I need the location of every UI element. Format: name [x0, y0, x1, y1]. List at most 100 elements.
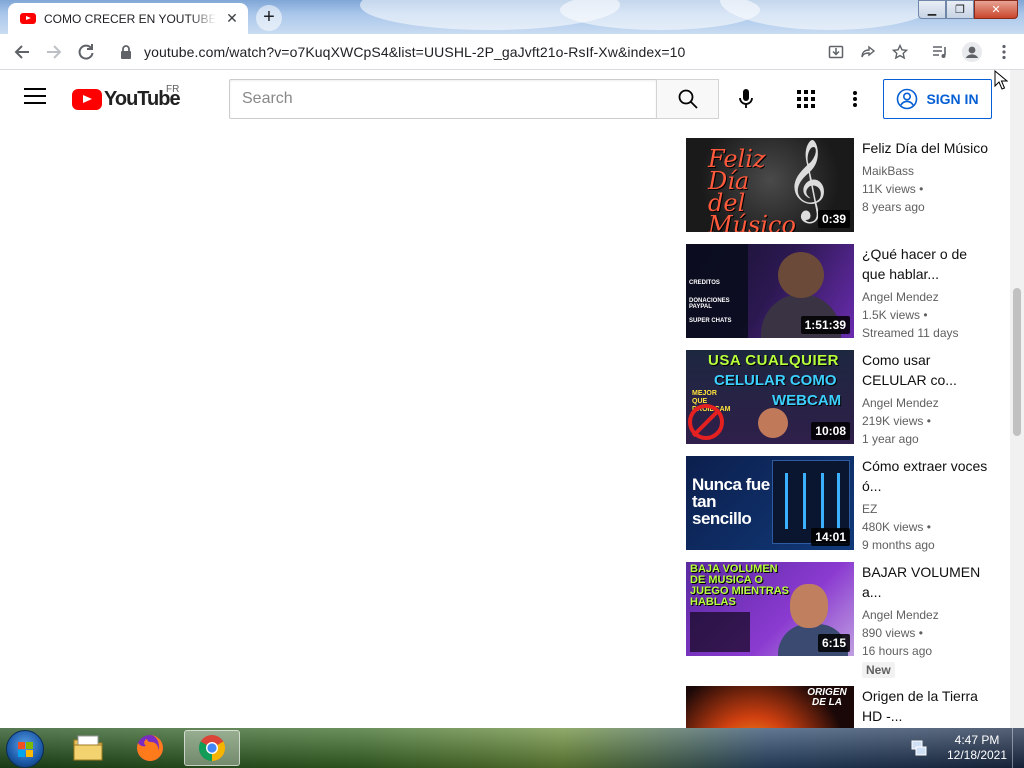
video-item[interactable]: USA CUALQUIER CELULAR COMO WEBCAM MEJOR …: [686, 350, 1006, 446]
taskbar-clock[interactable]: 4:47 PM 12/18/2021: [942, 733, 1012, 763]
video-age: Streamed 11 days: [862, 326, 959, 340]
youtube-apps-button[interactable]: [790, 83, 822, 115]
install-app-icon[interactable]: [822, 38, 850, 66]
reload-button[interactable]: [70, 36, 102, 68]
system-tray: 4:47 PM 12/18/2021: [910, 728, 1024, 768]
video-channel[interactable]: MaikBass: [862, 162, 992, 180]
video-channel[interactable]: EZ: [862, 500, 992, 518]
video-views: 890 views •: [862, 626, 923, 640]
chrome-menu-icon[interactable]: [990, 38, 1018, 66]
video-duration: 14:01: [811, 528, 850, 546]
lock-icon[interactable]: [116, 42, 136, 62]
thumbnail-person-head: [778, 252, 824, 298]
minimize-button[interactable]: ▁: [918, 0, 946, 19]
bookmark-star-icon[interactable]: [886, 38, 914, 66]
video-views: 1.5K views •: [862, 308, 928, 322]
windows-taskbar: 4:47 PM 12/18/2021: [0, 728, 1024, 768]
browser-tab[interactable]: COMO CRECER EN YOUTUBE - Y ✕: [8, 3, 248, 34]
profile-avatar-icon[interactable]: [958, 38, 986, 66]
sign-in-button[interactable]: SIGN IN: [883, 79, 992, 119]
thumbnail-text: CELULAR COMO: [714, 372, 837, 389]
video-thumbnail[interactable]: BAJA VOLUMEN DE MUSICA O JUEGO MIENTRAS …: [686, 562, 854, 656]
video-channel[interactable]: Angel Mendez: [862, 288, 992, 306]
video-thumbnail[interactable]: Feliz Día del Músico 𝄞 0:39: [686, 138, 854, 232]
thumbnail-text: WEBCAM: [772, 392, 842, 409]
treble-clef-icon: 𝄞: [786, 138, 828, 220]
video-age: 16 hours ago: [862, 644, 933, 658]
video-views: 219K views •: [862, 414, 931, 428]
youtube-favicon-icon: [20, 13, 36, 24]
taskbar-chrome[interactable]: [184, 730, 240, 766]
video-thumbnail[interactable]: ORIGEN DE LA: [686, 686, 854, 728]
video-title[interactable]: BAJAR VOLUMEN a...: [862, 562, 992, 602]
thumbnail-text: CREDITOS: [689, 280, 720, 286]
voice-search-button[interactable]: [730, 83, 762, 115]
chrome-icon: [198, 735, 226, 762]
taskbar-explorer[interactable]: [60, 730, 116, 766]
video-title[interactable]: Feliz Día del Músico: [862, 138, 992, 158]
video-title[interactable]: ¿Qué hacer o de que hablar...: [862, 244, 992, 284]
apps-grid-icon: [797, 90, 815, 108]
thumbnail-text: DONACIONES PAYPAL: [689, 298, 730, 310]
omnibox[interactable]: youtube.com/watch?v=o7KuqXWCpS4&list=UUS…: [108, 37, 1024, 67]
back-button[interactable]: [6, 36, 38, 68]
video-channel[interactable]: Angel Mendez: [862, 606, 992, 624]
sign-in-label: SIGN IN: [926, 91, 979, 107]
tab-close-icon[interactable]: ✕: [224, 10, 240, 27]
forward-button[interactable]: [38, 36, 70, 68]
video-title[interactable]: Origen de la Tierra HD -...: [862, 686, 992, 726]
search-input[interactable]: Search: [229, 79, 656, 119]
video-thumbnail[interactable]: Nunca fue tan sencillo 14:01: [686, 456, 854, 550]
start-button[interactable]: [6, 730, 44, 768]
settings-more-button[interactable]: [839, 83, 871, 115]
thumbnail-credits-panel: CREDITOS DONACIONES PAYPAL SUPER CHATS: [686, 244, 748, 338]
video-thumbnail[interactable]: USA CUALQUIER CELULAR COMO WEBCAM MEJOR …: [686, 350, 854, 444]
vertical-dots-icon: [853, 91, 857, 107]
network-icon[interactable]: [910, 740, 928, 756]
clock-time: 4:47 PM: [954, 733, 1000, 747]
folder-icon: [73, 735, 103, 761]
video-info: Feliz Día del Músico MaikBass 11K views …: [862, 138, 992, 216]
video-duration: 6:15: [817, 634, 850, 652]
video-title[interactable]: Cómo extraer voces ó...: [862, 456, 992, 496]
thumbnail-text: BAJA VOLUMEN DE MUSICA O JUEGO MIENTRAS …: [690, 563, 790, 608]
share-icon[interactable]: [854, 38, 882, 66]
page-scrollbar[interactable]: [1010, 70, 1024, 728]
video-duration: 10:08: [811, 422, 850, 440]
video-thumbnail[interactable]: CREDITOS DONACIONES PAYPAL SUPER CHATS 1…: [686, 244, 854, 338]
show-desktop-button[interactable]: [1012, 728, 1024, 768]
media-queue-icon[interactable]: [926, 38, 954, 66]
video-item[interactable]: Feliz Día del Músico 𝄞 0:39 Feliz Día de…: [686, 138, 1006, 232]
browser-titlebar: COMO CRECER EN YOUTUBE - Y ✕ + ▁ ❐ ✕: [0, 0, 1024, 34]
sky-cloud: [720, 0, 940, 30]
video-item[interactable]: ORIGEN DE LA Origen de la Tierra HD -...: [686, 686, 1006, 728]
video-age: 8 years ago: [862, 200, 925, 214]
search-button[interactable]: [656, 79, 719, 119]
thumbnail-text: Feliz Día del Músico: [708, 145, 796, 232]
taskbar-firefox[interactable]: [122, 730, 178, 766]
youtube-play-logo-icon: [72, 89, 102, 110]
firefox-icon: [137, 735, 163, 761]
thumbnail-ui-panel: [690, 612, 750, 652]
video-views: 11K views •: [862, 182, 924, 196]
url-text[interactable]: youtube.com/watch?v=o7KuqXWCpS4&list=UUS…: [144, 44, 685, 60]
video-duration: 0:39: [817, 210, 850, 228]
clock-date: 12/18/2021: [946, 748, 1008, 762]
video-age: 9 months ago: [862, 538, 935, 552]
video-item[interactable]: Nunca fue tan sencillo 14:01 Cómo extrae…: [686, 456, 1006, 552]
back-arrow-icon: [14, 44, 29, 59]
video-channel[interactable]: Angel Mendez: [862, 394, 992, 412]
new-tab-button[interactable]: +: [256, 5, 282, 31]
video-title[interactable]: Como usar CELULAR co...: [862, 350, 992, 390]
video-item[interactable]: BAJA VOLUMEN DE MUSICA O JUEGO MIENTRAS …: [686, 562, 1006, 678]
thumbnail-person-head: [790, 584, 828, 628]
youtube-logo[interactable]: YouTube: [72, 88, 181, 111]
close-window-button[interactable]: ✕: [974, 0, 1018, 19]
video-item[interactable]: CREDITOS DONACIONES PAYPAL SUPER CHATS 1…: [686, 244, 1006, 340]
hamburger-menu-icon[interactable]: [24, 88, 46, 108]
video-info: ¿Qué hacer o de que hablar... Angel Mend…: [862, 244, 992, 342]
thumbnail-text: SUPER CHATS: [689, 318, 732, 324]
maximize-button[interactable]: ❐: [946, 0, 974, 19]
reload-icon: [78, 43, 94, 60]
scrollbar-thumb[interactable]: [1013, 288, 1021, 436]
